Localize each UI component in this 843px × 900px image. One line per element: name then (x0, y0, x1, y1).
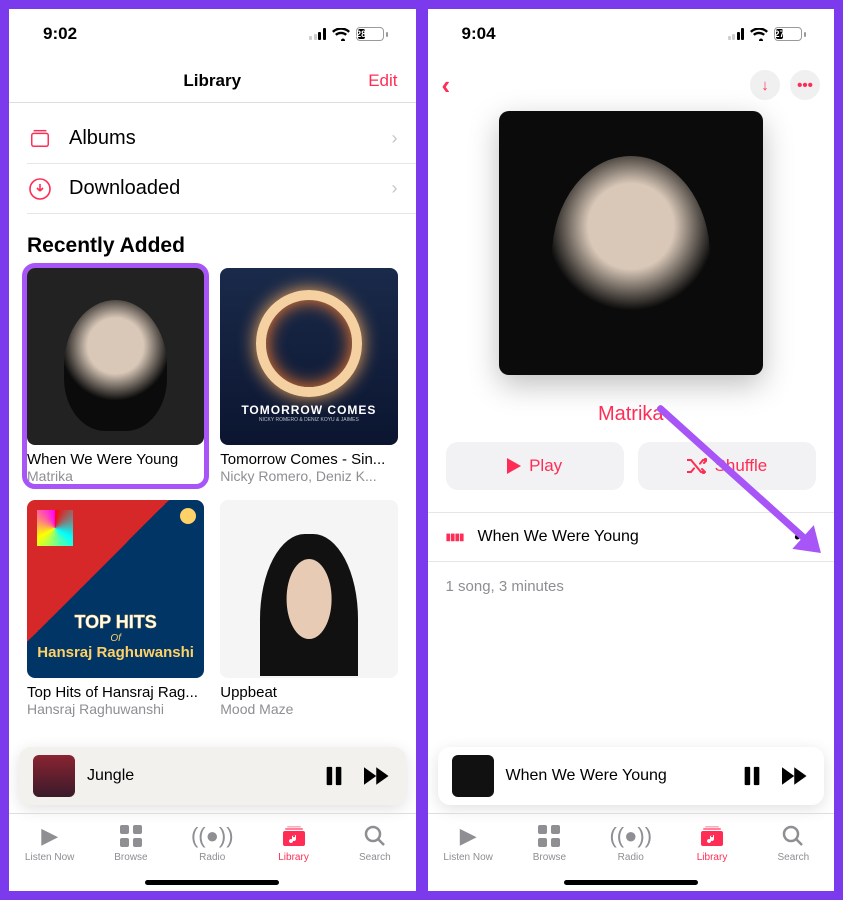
artist-name[interactable]: Matrika (428, 403, 835, 426)
status-indicators: 28 (309, 27, 388, 41)
tab-radio[interactable]: ((●))Radio (590, 824, 671, 863)
track-title: When We Were Young (478, 528, 781, 546)
grid-icon (120, 824, 142, 848)
battery-icon: 28 (356, 27, 388, 41)
album-artist: Mood Maze (220, 701, 397, 717)
tab-search[interactable]: Search (753, 824, 834, 863)
download-button[interactable]: ↓ (750, 70, 780, 100)
status-time: 9:04 (462, 24, 496, 44)
album-title: Uppbeat (220, 684, 397, 701)
tab-library[interactable]: Library (253, 824, 334, 863)
detail-header: ‹ ↓ ••• (428, 59, 835, 111)
wifi-icon (332, 28, 350, 41)
recently-added-title: Recently Added (9, 214, 416, 268)
search-icon (782, 824, 804, 848)
download-arrow-icon: ↓ (761, 77, 769, 94)
album-artist: Nicky Romero, Deniz K... (220, 468, 397, 484)
status-time: 9:02 (43, 24, 77, 44)
downloaded-label: Downloaded (69, 177, 376, 200)
search-icon (364, 824, 386, 848)
album-art (220, 500, 397, 677)
track-row[interactable]: ▮▮▮▮ When We Were Young ••• (428, 512, 835, 562)
ellipsis-icon: ••• (797, 77, 813, 94)
mini-player-title: Jungle (87, 767, 304, 785)
next-track-icon[interactable] (782, 766, 810, 786)
chevron-right-icon: › (392, 178, 398, 199)
album-title: Tomorrow Comes - Sin... (220, 451, 397, 468)
mini-player-art (452, 755, 494, 797)
tab-radio[interactable]: ((●))Radio (172, 824, 253, 863)
next-track-icon[interactable] (364, 766, 392, 786)
album-when-we-were-young[interactable]: When We Were Young Matrika (25, 266, 206, 486)
album-top-hits[interactable]: TOP HITS Of Hansraj Raghuwanshi Top Hits… (27, 500, 204, 716)
status-indicators: 27 (728, 27, 807, 41)
album-art: TOP HITS Of Hansraj Raghuwanshi (27, 500, 204, 677)
play-icon (507, 458, 521, 474)
mini-player-art (33, 755, 75, 797)
album-art: TOMORROW COMES NICKY ROMERO & DENIZ KOYU… (220, 268, 397, 445)
track-more-button[interactable]: ••• (794, 527, 816, 548)
grid-icon (538, 824, 560, 848)
home-indicator[interactable] (145, 880, 279, 885)
battery-icon: 27 (774, 27, 806, 41)
library-icon (283, 824, 305, 848)
album-artist: Matrika (27, 468, 204, 484)
more-button[interactable]: ••• (790, 70, 820, 100)
album-artwork (499, 111, 763, 375)
now-playing-icon: ▮▮▮▮ (446, 532, 464, 543)
album-tomorrow-comes[interactable]: TOMORROW COMES NICKY ROMERO & DENIZ KOYU… (220, 268, 397, 484)
tab-library[interactable]: Library (671, 824, 752, 863)
play-circle-icon: ▶ (460, 824, 477, 848)
album-summary: 1 song, 3 minutes (428, 562, 835, 611)
action-buttons: Play Shuffle (428, 426, 835, 502)
radio-icon: ((●)) (609, 824, 652, 848)
albums-label: Albums (69, 127, 376, 150)
library-header: Library Edit (9, 59, 416, 103)
cellular-icon (309, 28, 326, 40)
shuffle-icon (687, 458, 707, 474)
play-circle-icon: ▶ (41, 824, 58, 848)
cellular-icon (728, 28, 745, 40)
album-uppbeat[interactable]: Uppbeat Mood Maze (220, 500, 397, 716)
tab-listen-now[interactable]: ▶Listen Now (9, 824, 90, 863)
album-title: Top Hits of Hansraj Rag... (27, 684, 204, 701)
download-icon (27, 176, 53, 202)
album-title: When We Were Young (27, 451, 204, 468)
edit-button[interactable]: Edit (368, 71, 397, 91)
pause-icon[interactable] (324, 765, 344, 787)
shuffle-button[interactable]: Shuffle (638, 442, 816, 490)
downloaded-row[interactable]: Downloaded › (27, 163, 416, 213)
album-artist: Hansraj Raghuwanshi (27, 701, 204, 717)
albums-icon (27, 125, 53, 151)
tab-browse[interactable]: Browse (90, 824, 171, 863)
mini-player[interactable]: When We Were Young (438, 747, 825, 805)
page-title: Library (183, 71, 241, 91)
status-bar: 9:02 28 (9, 9, 416, 59)
library-screen: 9:02 28 Library Edit Albums › Downloaded… (6, 6, 419, 894)
status-bar: 9:04 27 (428, 9, 835, 59)
play-button[interactable]: Play (446, 442, 624, 490)
mini-player-title: When We Were Young (506, 767, 723, 785)
album-art (27, 268, 204, 445)
tab-listen-now[interactable]: ▶Listen Now (428, 824, 509, 863)
home-indicator[interactable] (564, 880, 698, 885)
back-button[interactable]: ‹ (442, 70, 451, 101)
chevron-right-icon: › (392, 128, 398, 149)
tab-search[interactable]: Search (334, 824, 415, 863)
radio-icon: ((●)) (191, 824, 234, 848)
library-icon (701, 824, 723, 848)
recently-added-grid: When We Were Young Matrika TOMORROW COME… (9, 268, 416, 717)
wifi-icon (750, 28, 768, 41)
albums-row[interactable]: Albums › (9, 113, 416, 163)
tab-browse[interactable]: Browse (509, 824, 590, 863)
pause-icon[interactable] (742, 765, 762, 787)
mini-player[interactable]: Jungle (19, 747, 406, 805)
album-detail-screen: 9:04 27 ‹ ↓ ••• Matrika Play Shuffle (425, 6, 838, 894)
